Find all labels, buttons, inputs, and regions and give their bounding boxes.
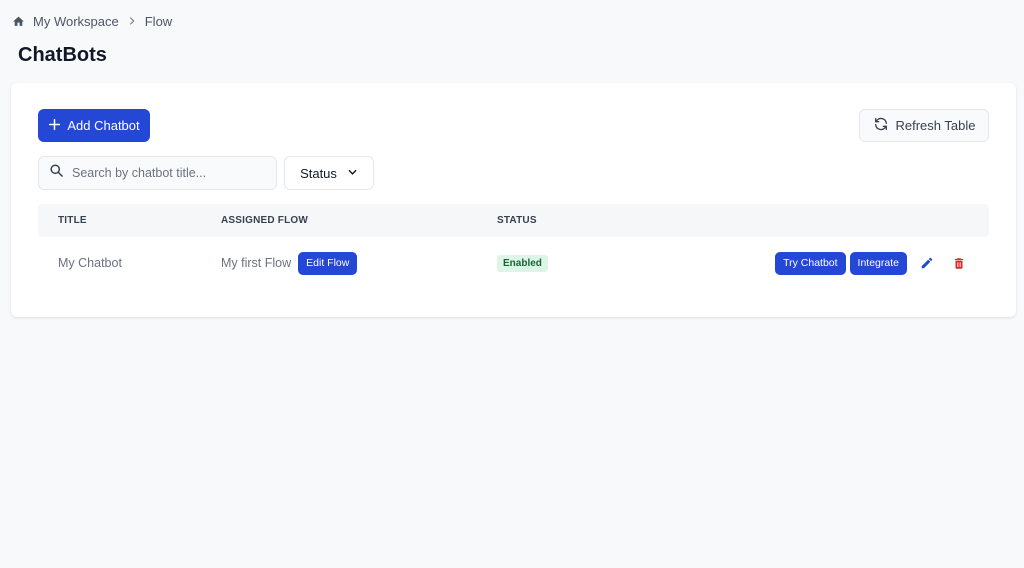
row-actions: Try Chatbot Integrate [775, 237, 971, 289]
home-icon[interactable] [12, 15, 25, 28]
integrate-button[interactable]: Integrate [849, 251, 907, 275]
header-status: STATUS [497, 215, 537, 226]
refresh-table-button[interactable]: Refresh Table [859, 109, 989, 142]
row-status-cell: Enabled [497, 237, 548, 289]
breadcrumb-workspace[interactable]: My Workspace [33, 14, 119, 29]
refresh-table-label: Refresh Table [895, 118, 976, 133]
status-dropdown-label: Status [300, 165, 337, 181]
table-header: TITLE ASSIGNED FLOW STATUS [38, 204, 989, 237]
header-assigned-flow: ASSIGNED FLOW [221, 215, 309, 226]
pencil-icon[interactable] [915, 251, 939, 275]
edit-flow-button[interactable]: Edit Flow [298, 251, 358, 275]
status-dropdown[interactable]: Status [284, 156, 374, 190]
add-chatbot-button[interactable]: Add Chatbot [38, 109, 150, 142]
chatbots-card: Add Chatbot Refresh Table Status TITLE A… [11, 83, 1016, 317]
row-flow-cell: My first Flow Edit Flow [221, 237, 358, 289]
row-title: My Chatbot [58, 256, 122, 270]
try-chatbot-button[interactable]: Try Chatbot [775, 251, 846, 275]
header-title: TITLE [58, 215, 87, 226]
table-row: My Chatbot My first Flow Edit Flow Enabl… [38, 237, 989, 289]
breadcrumb: My Workspace Flow [12, 12, 172, 30]
search-icon [49, 163, 64, 183]
trash-icon[interactable] [947, 251, 971, 275]
chevron-down-icon [347, 166, 358, 181]
plus-icon [48, 118, 61, 134]
page-title: ChatBots [18, 44, 107, 66]
search-box [38, 156, 277, 190]
breadcrumb-flow[interactable]: Flow [145, 14, 172, 29]
search-input[interactable] [72, 166, 262, 180]
add-chatbot-label: Add Chatbot [67, 118, 140, 133]
refresh-icon [873, 116, 889, 135]
row-flow-name: My first Flow [221, 256, 292, 270]
status-badge: Enabled [497, 254, 548, 272]
chevron-right-icon [127, 16, 137, 26]
